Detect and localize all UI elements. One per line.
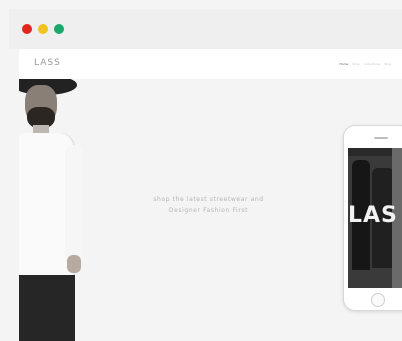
nav-link-shop[interactable]: Shop bbox=[352, 62, 360, 66]
model-pants bbox=[19, 275, 75, 341]
close-button[interactable] bbox=[22, 24, 32, 34]
browser-window: LASS Home Shop Collections Blog shop the… bbox=[0, 0, 402, 341]
model-hand bbox=[67, 255, 81, 273]
nav-link-collections[interactable]: Collections bbox=[364, 62, 380, 66]
screen-brand-text: LAS bbox=[348, 203, 398, 228]
minimize-button[interactable] bbox=[38, 24, 48, 34]
model-photo bbox=[19, 79, 91, 341]
nav-link-blog[interactable]: Blog bbox=[384, 62, 391, 66]
hero-tagline: shop the latest streetwear and Designer … bbox=[153, 196, 264, 214]
nav-links: Home Shop Collections Blog bbox=[340, 62, 391, 66]
maximize-button[interactable] bbox=[54, 24, 64, 34]
model-arm bbox=[65, 145, 83, 265]
phone-speaker bbox=[374, 137, 388, 139]
site-logo[interactable]: LASS bbox=[34, 58, 61, 68]
site-navbar: LASS Home Shop Collections Blog bbox=[19, 49, 402, 79]
hero-section: shop the latest streetwear and Designer … bbox=[19, 79, 402, 341]
window-titlebar bbox=[9, 9, 402, 49]
website-page: LASS Home Shop Collections Blog shop the… bbox=[19, 49, 402, 341]
phone-screen: LAS bbox=[348, 148, 402, 288]
phone-mockup: LAS bbox=[343, 125, 402, 311]
nav-link-home[interactable]: Home bbox=[340, 62, 349, 66]
phone-home-button-icon bbox=[371, 293, 385, 307]
